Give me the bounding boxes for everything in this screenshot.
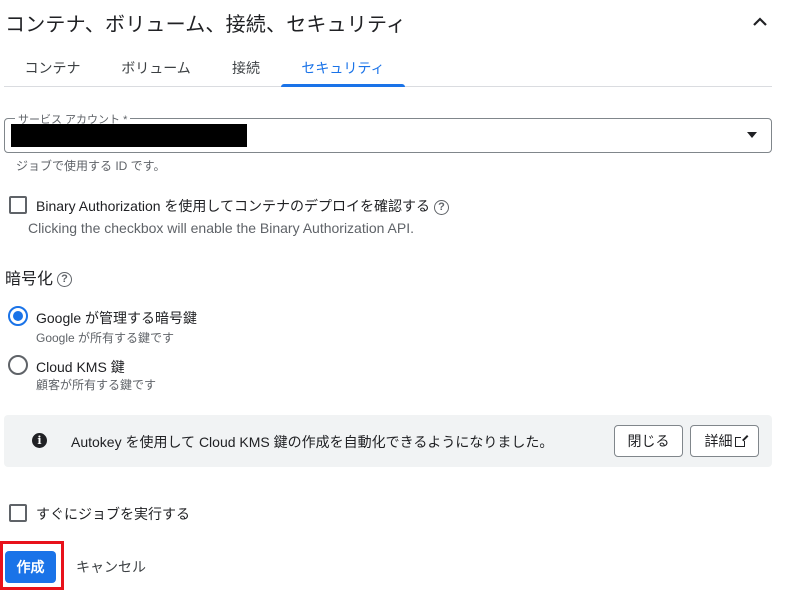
binary-auth-row: Binary Authorization を使用してコンテナのデプロイを確認する…	[36, 196, 449, 216]
cancel-button[interactable]: キャンセル	[76, 557, 146, 577]
external-link-icon	[734, 435, 747, 447]
encryption-title: 暗号化	[5, 271, 54, 288]
tab-volume[interactable]: ボリューム	[101, 50, 211, 86]
details-label: 詳細	[704, 433, 733, 449]
service-account-select[interactable]: サービス アカウント *	[4, 111, 772, 153]
radio-cloud-kms-key-sub: 顧客が所有する鍵です	[36, 378, 157, 392]
service-account-value-redacted	[9, 124, 247, 147]
radio-cloud-kms-key[interactable]	[8, 355, 28, 375]
binary-auth-description: Clicking the checkbox will enable the Bi…	[28, 220, 414, 236]
create-button[interactable]: 作成	[5, 551, 56, 583]
binary-auth-checkbox[interactable]	[9, 196, 27, 214]
binary-auth-label: Binary Authorization を使用してコンテナのデプロイを確認する	[36, 198, 430, 214]
execute-now-checkbox[interactable]	[9, 504, 27, 522]
radio-google-managed-key-label: Google が管理する暗号鍵	[36, 310, 198, 326]
help-icon[interactable]: ?	[434, 199, 449, 215]
radio-google-managed-key-sub: Google が所有する鍵です	[36, 331, 175, 345]
chevron-up-icon[interactable]	[750, 12, 770, 32]
info-icon: i	[32, 433, 47, 448]
service-account-helper: ジョブで使用する ID です。	[16, 159, 166, 173]
tab-container[interactable]: コンテナ	[4, 50, 101, 86]
banner-text: Autokey を使用して Cloud KMS 鍵の作成を自動化できるようになり…	[71, 434, 554, 450]
radio-google-managed-key[interactable]	[8, 306, 28, 326]
tab-bar: コンテナ ボリューム 接続 セキュリティ	[4, 50, 772, 87]
encryption-heading: 暗号化?	[5, 265, 73, 289]
tab-security[interactable]: セキュリティ	[281, 50, 405, 87]
details-button[interactable]: 詳細	[690, 425, 759, 457]
help-icon[interactable]: ?	[57, 272, 73, 288]
tab-connection[interactable]: 接続	[211, 50, 281, 86]
execute-now-label: すぐにジョブを実行する	[36, 506, 190, 522]
dropdown-arrow-icon[interactable]	[747, 132, 757, 138]
autokey-banner: i Autokey を使用して Cloud KMS 鍵の作成を自動化できるように…	[4, 415, 772, 467]
radio-cloud-kms-key-label: Cloud KMS 鍵	[36, 359, 125, 375]
dismiss-button[interactable]: 閉じる	[614, 425, 683, 457]
section-title: コンテナ、ボリューム、接続、セキュリティ	[5, 14, 407, 36]
